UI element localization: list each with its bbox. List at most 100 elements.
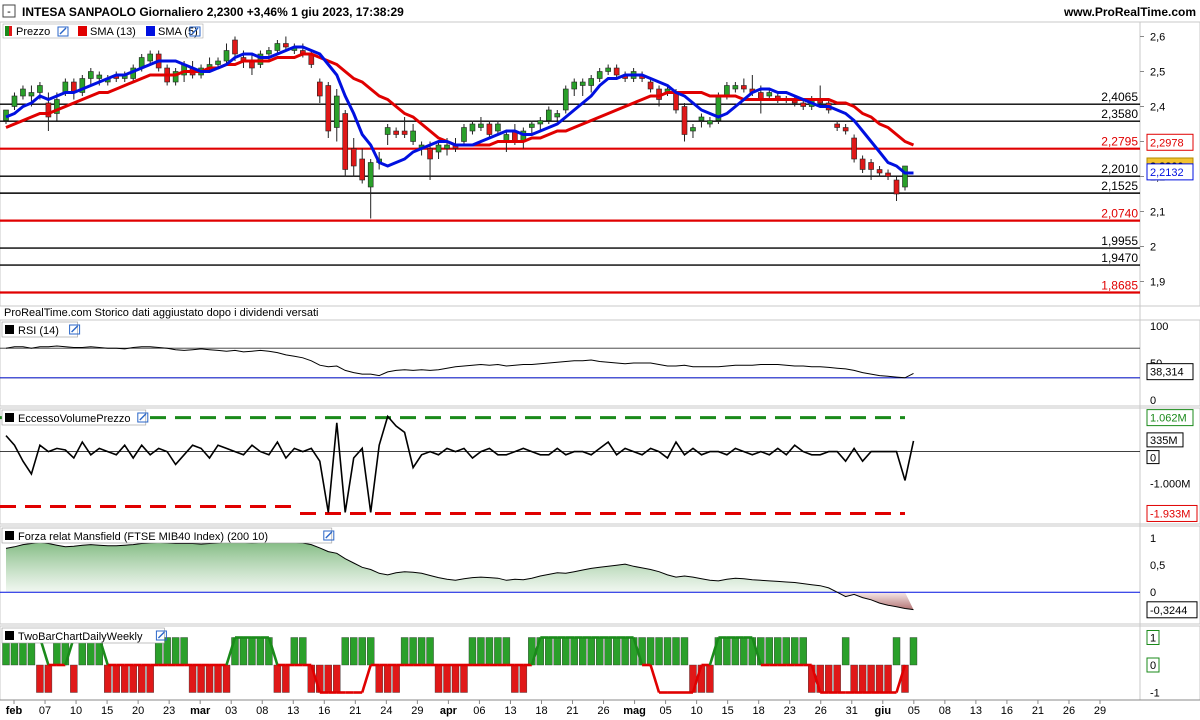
daily-bar [112,664,120,693]
panel-frame-rsi [0,319,1200,407]
evp-title-swatch [5,413,14,422]
x-tick-label: 05 [659,705,671,717]
daily-bar [731,637,740,666]
daily-bar [197,664,205,693]
level-label: 1,8685 [1101,279,1138,293]
candle-body [605,67,611,72]
daily-bar [765,637,774,666]
daily-bar [282,664,290,693]
x-tick-label: apr [440,705,458,717]
x-tick-label: 08 [939,705,951,717]
daily-bar [740,637,748,666]
candle-body [37,85,43,93]
price-tick-label: 1,9 [1150,277,1165,289]
level-label: 2,2795 [1101,135,1138,149]
daily-bar [909,637,918,666]
twobar-tick-label: -1 [1150,688,1160,700]
candle-body [359,158,366,181]
daily-bar [129,664,137,693]
daily-bar [791,637,799,666]
chart-header-title: INTESA SANPAOLO Giornaliero 2,2300 +3,46… [22,5,404,19]
x-tick-label: 15 [722,705,734,717]
level-label: 2,3580 [1101,107,1138,121]
daily-bar [545,637,553,666]
candle-body [851,137,857,160]
candle-body [571,81,578,90]
daily-bar [519,664,528,693]
candle-body [766,92,773,97]
sma13-legend-swatch [78,26,87,36]
daily-bar [646,637,655,666]
daily-bar [884,664,892,693]
candle-body [325,85,332,132]
daily-bar [104,664,112,693]
candle-body [885,172,891,177]
daily-bar [341,637,349,666]
candle-body [215,60,221,65]
daily-bar [392,664,400,693]
x-tick-label: 26 [1063,705,1075,717]
candle-body [868,162,874,170]
x-tick-label: 03 [225,705,237,717]
evp-upper-badge: 1.062M [1150,413,1187,425]
candle-body [96,74,103,79]
candle-body [647,81,654,90]
candle-body [698,116,705,121]
rsi-title-swatch [5,325,14,334]
x-tick-label: 23 [784,705,796,717]
daily-bar [621,637,629,666]
daily-bar [663,637,672,666]
x-tick-label: mar [190,705,211,717]
rsi-tick-label: 0 [1150,395,1156,407]
daily-bar [460,664,468,693]
evp-last-badge: 335M [1150,435,1178,447]
daily-bar [604,637,612,666]
daily-bar [867,664,875,693]
daily-bar [680,637,689,666]
evp-tick-label: -1.000M [1150,479,1190,491]
mansfield-tick-label: 0 [1150,587,1156,599]
footnote: ProRealTime.com Storico dati aggiustato … [4,307,318,319]
prezzo-legend-label: Prezzo [16,26,50,38]
sma13-badge: 2,2978 [1150,137,1184,149]
daily-bar [324,664,332,693]
price-tick-label: 2,4 [1150,102,1165,114]
candle-body [384,127,391,135]
daily-bar [434,664,443,693]
twobar-tick-label: 1 [1150,633,1156,645]
daily-bar [477,637,485,666]
daily-bar [366,637,375,666]
candle-body [478,123,484,128]
daily-bar [494,637,502,666]
sma5-legend-swatch [146,26,155,36]
daily-bar [214,664,222,693]
daily-bar [595,637,604,666]
candle-body [588,78,594,86]
rsi-title: RSI (14) [18,325,59,337]
x-tick-label: 18 [535,705,547,717]
candle-body [427,148,433,160]
x-tick-label: 31 [846,705,858,717]
x-tick-label: giu [875,705,892,717]
x-tick-label: 15 [101,705,113,717]
candle-body [596,71,603,79]
candle-body [554,113,561,118]
x-tick-label: feb [6,705,23,717]
daily-bar [833,664,841,693]
mansfield-tick-label: 1 [1150,533,1156,545]
candle-body [545,109,552,121]
price-tick-label: 2,6 [1150,32,1165,44]
x-tick-label: 16 [318,705,330,717]
daily-bar [655,637,663,666]
candle-body [223,50,230,62]
panel-frame-price [0,21,1200,307]
price-tick-label: 2 [1150,242,1156,254]
daily-bar [799,637,807,666]
daily-bar [248,637,256,666]
candle-body [401,130,408,135]
candle-body [673,92,679,111]
price-tick-label: 2,1 [1150,207,1165,219]
candle-body [367,162,374,188]
x-tick-label: 07 [39,705,51,717]
candle-body [724,85,730,97]
